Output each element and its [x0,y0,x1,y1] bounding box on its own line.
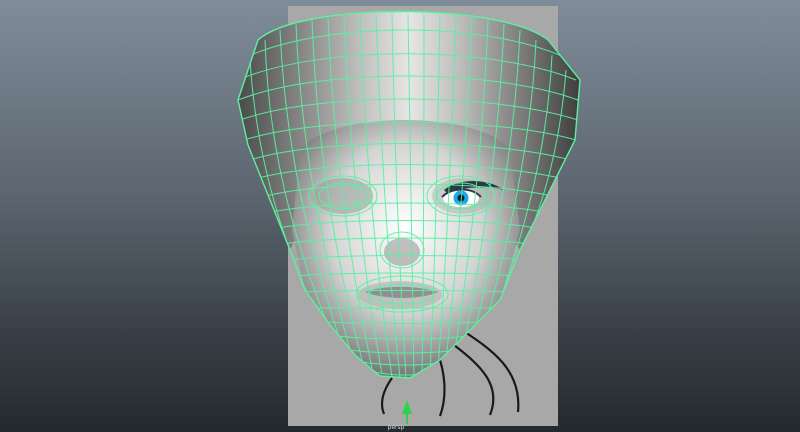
3d-viewport[interactable]: persp [0,0,800,432]
manipulator-label: persp [387,424,405,431]
scene-canvas[interactable] [0,0,800,432]
